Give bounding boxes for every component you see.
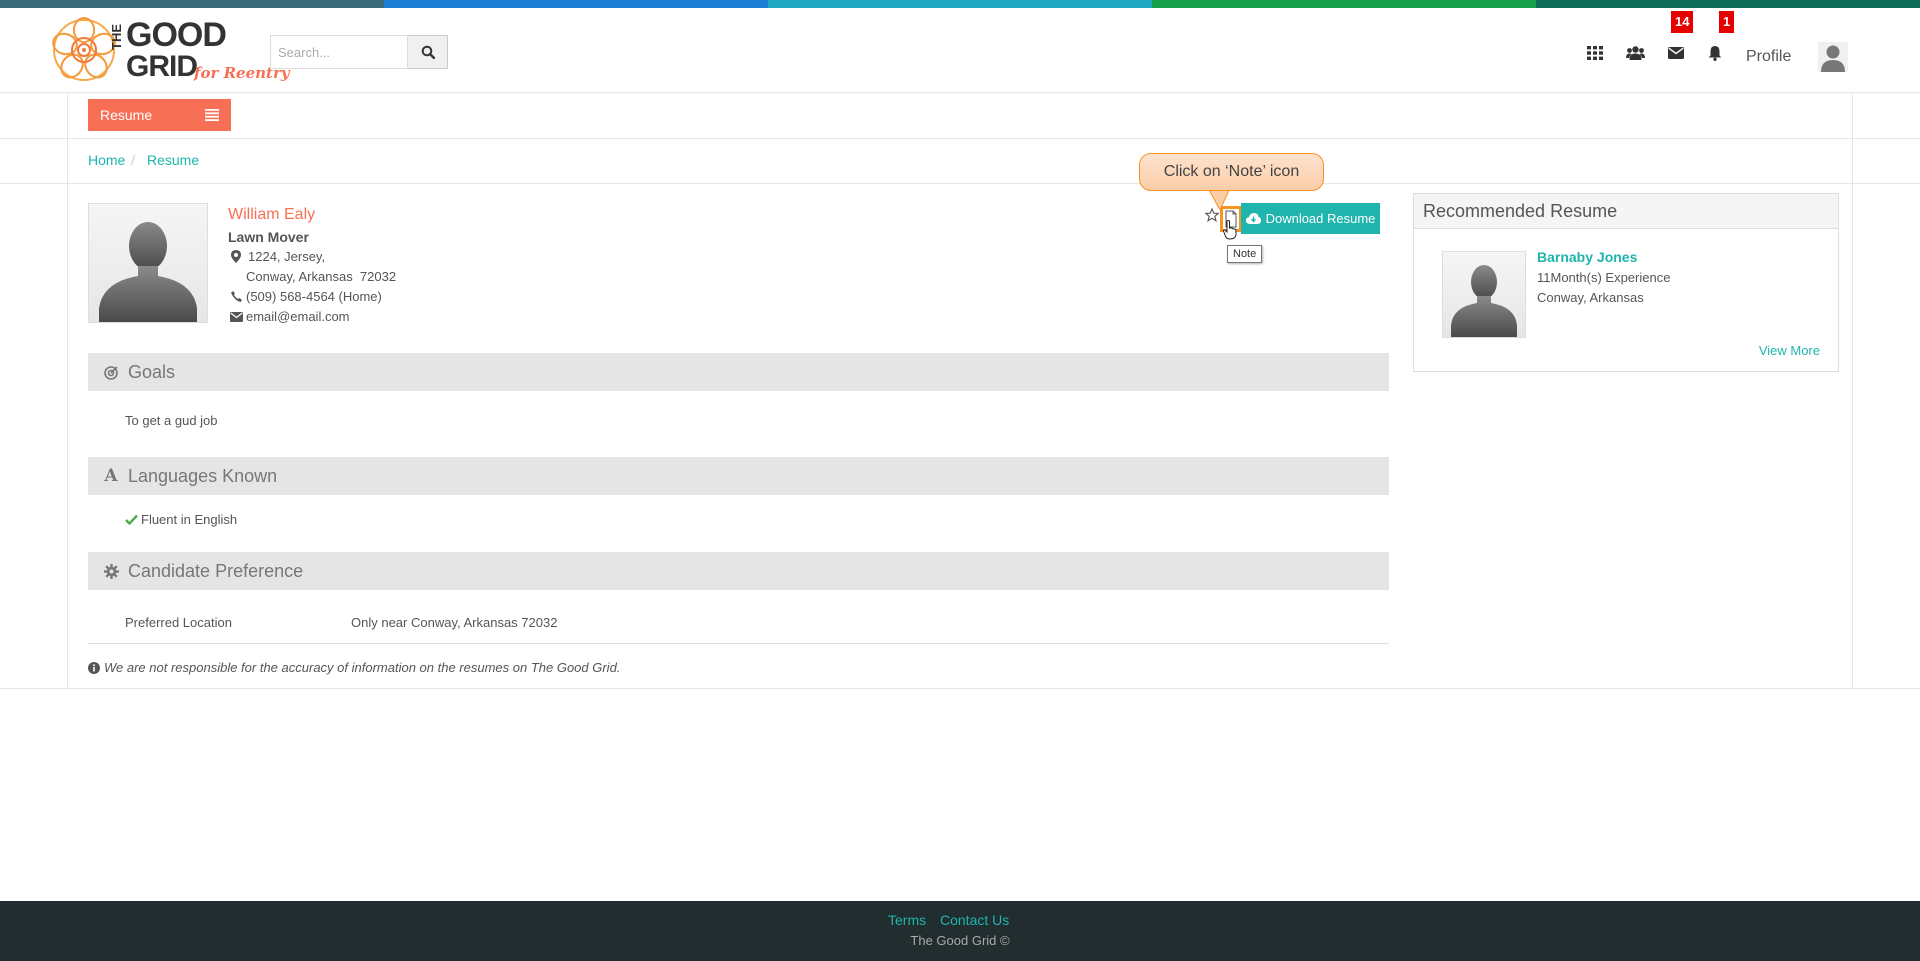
phone-text: (509) 568-4564 (Home) [246, 289, 382, 304]
stripe-segment [768, 0, 1152, 8]
view-more-link[interactable]: View More [1759, 343, 1820, 358]
candidate-name[interactable]: William Ealy [228, 206, 315, 224]
brand-logo[interactable]: THE GOOD GRID for Reentry [50, 12, 290, 92]
gear-icon [102, 563, 120, 579]
notifications-count-badge: 1 [1719, 11, 1735, 33]
candidate-address: 1224, Jersey, [228, 249, 325, 264]
top-header: THE GOOD GRID for Reentry Search... 14 1… [0, 8, 1920, 93]
breadcrumb-current[interactable]: Resume [147, 152, 199, 168]
breadcrumb-home[interactable]: Home [88, 152, 125, 168]
footer-contact-link[interactable]: Contact Us [940, 912, 1009, 928]
tab-resume-label: Resume [100, 107, 153, 123]
preference-title: Candidate Preference [128, 560, 304, 581]
tab-bar [0, 92, 1920, 139]
recommended-photo[interactable] [1442, 251, 1526, 338]
check-icon [125, 514, 138, 525]
content-divider [0, 688, 1920, 689]
preferred-location-label: Preferred Location [125, 615, 232, 630]
language-item: Fluent in English [125, 512, 237, 527]
favorite-button[interactable] [1204, 207, 1220, 225]
person-silhouette-icon [1451, 265, 1517, 337]
target-icon [102, 364, 120, 380]
footer [0, 901, 1920, 961]
header-avatar[interactable] [1818, 42, 1848, 72]
container-border-right [1852, 92, 1853, 689]
top-color-stripe [0, 0, 1920, 8]
stripe-segment [384, 0, 768, 8]
footer-terms-link[interactable]: Terms [888, 912, 926, 928]
disclaimer: We are not responsible for the accuracy … [88, 660, 620, 675]
phone-icon [228, 291, 244, 302]
candidate-email: email@email.com [228, 309, 350, 324]
brand-grid: GRID [126, 50, 198, 83]
font-icon: A [104, 466, 118, 486]
container-border-left [67, 92, 68, 689]
search-bar [270, 35, 448, 69]
messages-button[interactable] [1665, 42, 1687, 64]
brand-the: THE [109, 24, 124, 50]
languages-title: Languages Known [128, 465, 278, 486]
star-icon [1204, 207, 1220, 223]
list-menu-icon [205, 109, 219, 121]
stripe-segment [0, 0, 384, 8]
apps-grid-button[interactable] [1584, 42, 1606, 64]
goals-text: To get a gud job [125, 413, 218, 428]
candidate-photo [88, 203, 208, 323]
messages-count-badge: 14 [1671, 11, 1694, 33]
candidate-job-title: Lawn Mover [228, 229, 309, 245]
language-text: Fluent in English [141, 512, 238, 527]
download-resume-label: Download Resume [1265, 211, 1376, 226]
recommended-location: Conway, Arkansas [1537, 290, 1644, 305]
breadcrumb [0, 139, 1920, 184]
cloud-download-icon [1245, 213, 1261, 224]
address-line-1: 1224, Jersey, [248, 249, 326, 264]
users-button[interactable] [1624, 42, 1646, 64]
languages-header: A Languages Known [88, 457, 1389, 495]
breadcrumb-separator: / [131, 152, 135, 168]
profile-link[interactable]: Profile [1746, 48, 1791, 66]
recommended-experience: 11Month(s) Experience [1537, 270, 1671, 285]
email-text[interactable]: email@email.com [246, 309, 350, 324]
hand-cursor-icon [1222, 220, 1237, 240]
notifications-button[interactable] [1704, 42, 1726, 64]
person-silhouette-icon [99, 222, 197, 322]
stripe-segment [1152, 0, 1536, 8]
preference-header: Candidate Preference [88, 552, 1389, 590]
disclaimer-text: We are not responsible for the accuracy … [104, 660, 621, 675]
search-icon [421, 45, 435, 59]
candidate-address-2: Conway, Arkansas 72032 [246, 269, 396, 284]
footer-copyright: The Good Grid © [910, 933, 1010, 948]
tutorial-callout: Click on ‘Note’ icon [1139, 153, 1324, 191]
section-divider [88, 643, 1389, 644]
apps-grid-icon [1587, 46, 1603, 60]
tab-resume[interactable]: Resume [88, 99, 231, 131]
users-icon [1625, 46, 1645, 60]
envelope-icon [228, 311, 244, 322]
recommended-resume-panel: Recommended Resume Barnaby Jones 11Month… [1413, 193, 1839, 372]
info-icon [88, 661, 100, 674]
callout-pointer [1207, 188, 1232, 210]
goals-header: Goals [88, 353, 1389, 391]
stripe-segment [1536, 0, 1920, 8]
recommended-title: Recommended Resume [1414, 194, 1838, 229]
goals-title: Goals [128, 361, 176, 382]
download-resume-button[interactable]: Download Resume [1241, 203, 1380, 234]
map-marker-icon [228, 250, 244, 263]
brand-good: GOOD [126, 16, 227, 54]
recommended-name[interactable]: Barnaby Jones [1537, 249, 1637, 265]
search-button[interactable] [408, 35, 448, 69]
candidate-phone: (509) 568-4564 (Home) [228, 289, 382, 304]
bell-icon [1708, 46, 1722, 61]
note-tooltip: Note [1227, 245, 1263, 263]
envelope-icon [1668, 47, 1684, 59]
address-line-2: Conway, Arkansas 72032 [246, 269, 397, 284]
search-input[interactable] [270, 35, 408, 69]
user-avatar-icon [1818, 42, 1848, 72]
preferred-location-value: Only near Conway, Arkansas 72032 [351, 615, 558, 630]
